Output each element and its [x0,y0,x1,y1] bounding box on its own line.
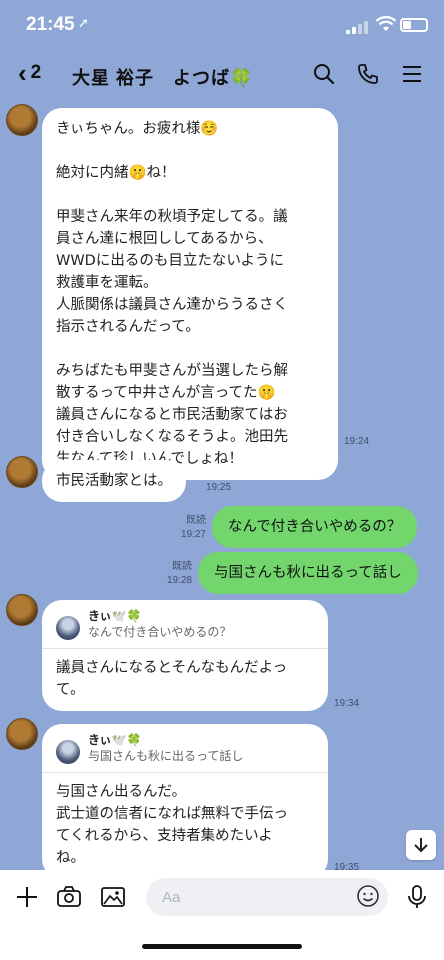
unread-count: 2 [30,62,42,83]
plus-icon[interactable] [14,884,40,910]
battery-icon [400,18,428,32]
emoji-icon[interactable] [356,884,380,908]
chat-title: 大星 裕子 よつば🍀 [72,68,254,88]
message-line: 武士道の信者になれば無料で手伝っ [56,806,288,822]
message-line: みちばたも甲斐さんが当選したら解 [56,363,288,379]
sender-avatar[interactable] [6,456,38,488]
message-line: 員さん達に根回ししてあるから、 [56,231,273,247]
message-text: 与国さんも秋に出るって話し [214,565,402,581]
sender-avatar[interactable] [6,718,38,750]
quoted-avatar [56,616,80,640]
message-line: 指示されるんだって。 [56,319,200,335]
status-time: 21:45 [26,14,75,35]
chevron-left-icon: ‹ [18,58,27,88]
wifi-icon [376,16,396,31]
message-bubble[interactable]: きぃちゃん。お疲れ様☺️ 絶対に内緒🤫ね！ 甲斐さん来年の秋頃予定してる。議 員… [42,108,338,480]
microphone-icon[interactable] [404,884,430,910]
quoted-text: 与国さんも秋に出るって話し [88,749,244,763]
back-button[interactable]: ‹ 2 [18,60,41,86]
read-label: 既読 [172,561,192,572]
menu-icon[interactable] [400,62,424,86]
quoted-name: きぃ🕊️🍀 [88,733,142,747]
home-indicator [142,944,302,949]
input-placeholder: Aa [162,888,181,906]
quoted-avatar [56,740,80,764]
reply-message-bubble[interactable]: きぃ🕊️🍀 なんで付き合いやめるの？ 議員さんになるとそんなもんだよっ て。 [42,600,328,711]
message-line: 救護車を運転。 [56,275,158,291]
chat-header: ‹ 2 大星 裕子 よつば🍀 [0,50,444,102]
message-time: 19:24 [344,436,370,447]
message-line: 甲斐さん来年の秋頃予定してる。議 [56,209,288,225]
message-time: 19:28 [166,575,192,586]
image-icon[interactable] [100,884,126,910]
message-line: て。 [56,682,85,698]
read-receipt: 既読 19:28 [156,560,192,588]
sent-message-bubble[interactable]: なんで付き合いやめるの？ [212,506,418,548]
message-line: 与国さん出るんだ。 [56,784,187,800]
scroll-to-bottom-button[interactable] [406,830,436,860]
message-line: 付き合いしなくなるそうよ。池田先 [56,429,288,445]
message-line: 人脈関係は議員さん達からうるさく [56,297,288,313]
read-receipt: 既読 19:27 [170,514,206,542]
message-line: 絶対に内緒🤫ね！ [56,165,176,181]
quoted-reply[interactable]: きぃ🕊️🍀 なんで付き合いやめるの？ [42,608,328,649]
quoted-reply[interactable]: きぃ🕊️🍀 与国さんも秋に出るって話し [42,732,328,773]
sent-message-bubble[interactable]: 与国さんも秋に出るって話し [198,552,418,594]
message-line: きぃちゃん。お疲れ様☺️ [56,121,219,137]
read-label: 既読 [186,515,206,526]
message-input[interactable]: Aa [146,878,388,916]
status-bar: 21:45 ➚ [0,0,444,50]
arrow-down-icon [414,838,428,853]
cellular-signal-icon [346,20,370,34]
sender-avatar[interactable] [6,104,38,136]
sender-avatar[interactable] [6,594,38,626]
message-line: WWDに出るのも目立たないように [56,253,285,269]
phone-icon[interactable] [356,62,380,86]
message-text: なんで付き合いやめるの？ [228,519,402,535]
message-line: 散するって中井さんが言ってた🤫 [56,385,276,401]
message-line: 議員さんになると市民活動家てはお [56,407,288,423]
location-arrow-icon: ➚ [78,16,89,31]
message-text: 市民活動家とは。 [56,473,172,489]
message-time: 19:27 [180,529,206,540]
message-line: 議員さんになるとそんなもんだよっ [56,660,288,676]
camera-icon[interactable] [56,884,82,910]
message-time: 19:25 [206,482,232,493]
message-line: てくれるから、支持者集めたいよ [56,828,273,844]
quoted-text: なんで付き合いやめるの？ [88,625,232,639]
reply-message-bubble[interactable]: きぃ🕊️🍀 与国さんも秋に出るって話し 与国さん出るんだ。 武士道の信者になれば… [42,724,328,879]
message-time: 19:34 [334,698,360,709]
search-icon[interactable] [312,62,336,86]
message-bubble[interactable]: 市民活動家とは。 [42,460,186,502]
quoted-name: きぃ🕊️🍀 [88,609,142,623]
message-line: ね。 [56,850,85,866]
